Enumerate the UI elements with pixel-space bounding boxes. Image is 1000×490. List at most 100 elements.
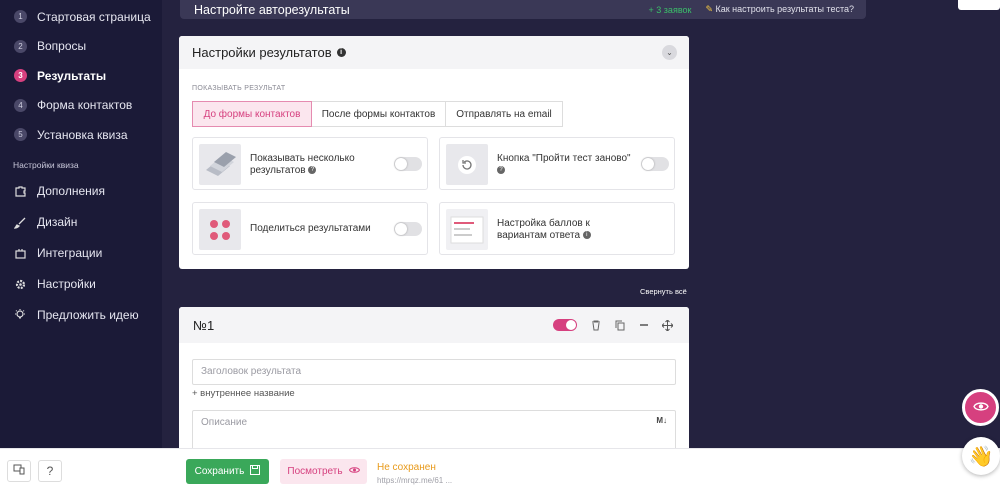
sidebar-step-start[interactable]: 1 Стартовая страница bbox=[0, 2, 162, 32]
copy-icon[interactable] bbox=[614, 319, 625, 331]
card-title: Настройки результатов bbox=[192, 45, 332, 60]
step-number: 2 bbox=[14, 39, 27, 53]
step-number: 5 bbox=[14, 128, 27, 142]
puzzle-icon bbox=[13, 184, 27, 198]
option-label: Настройка баллов к вариантам ответа i bbox=[497, 218, 635, 242]
gear-icon bbox=[13, 277, 27, 291]
help-link[interactable]: ✎ Как настроить результаты теста? bbox=[705, 4, 854, 15]
sidebar-item-design[interactable]: Дизайн bbox=[0, 207, 162, 238]
page-title: Настройте авторезультаты bbox=[194, 2, 350, 17]
sidebar-item-label: Интеграции bbox=[37, 246, 103, 260]
retake-toggle[interactable] bbox=[641, 157, 669, 171]
waving-hand-icon: 👋 bbox=[968, 445, 994, 468]
eye-icon bbox=[972, 399, 989, 417]
info-icon[interactable]: i bbox=[336, 48, 346, 57]
trash-icon[interactable] bbox=[590, 319, 601, 331]
results-settings-card: Настройки результатов i ⌄ ПОКАЗЫВАТЬ РЕЗ… bbox=[179, 36, 689, 269]
retake-thumbnail bbox=[446, 144, 488, 185]
step-number: 4 bbox=[14, 98, 27, 112]
sidebar-step-questions[interactable]: 2 Вопросы bbox=[0, 32, 162, 62]
question-icon[interactable]: ? bbox=[308, 166, 317, 175]
placeholder-text: Описание bbox=[201, 417, 248, 428]
markdown-icon[interactable]: M↓ bbox=[656, 416, 667, 425]
sidebar-section-title: Настройки квиза bbox=[13, 159, 79, 170]
tab-send-email[interactable]: Отправлять на email bbox=[446, 101, 563, 127]
show-result-tabs: До формы контактов После формы контактов… bbox=[192, 101, 563, 127]
option-label: Поделиться результатами bbox=[250, 223, 388, 235]
floppy-icon bbox=[250, 465, 261, 478]
step-number: 1 bbox=[14, 10, 27, 24]
save-status: Не сохранен bbox=[377, 462, 436, 473]
step-label: Вопросы bbox=[37, 39, 87, 54]
result-tools bbox=[553, 319, 673, 331]
share-results-toggle[interactable] bbox=[394, 222, 422, 236]
collapse-button[interactable]: ⌄ bbox=[662, 45, 677, 60]
multiple-results-thumbnail bbox=[199, 144, 241, 185]
sidebar-item-label: Дизайн bbox=[37, 215, 78, 229]
minus-icon[interactable] bbox=[638, 319, 649, 331]
share-thumbnail bbox=[199, 209, 241, 250]
option-label: Показывать несколько результатов ? bbox=[250, 153, 388, 177]
step-label: Установка квиза bbox=[37, 127, 128, 142]
option-text: Кнопка "Пройти тест заново" bbox=[497, 153, 631, 164]
lightbulb-icon bbox=[13, 308, 27, 322]
card-header: Настройки результатов i bbox=[179, 36, 689, 69]
placeholder-text: Заголовок результата bbox=[201, 366, 302, 377]
step-label: Результаты bbox=[37, 68, 107, 83]
sidebar: 1 Стартовая страница 2 Вопросы 3 Результаты… bbox=[0, 0, 162, 448]
sidebar-step-contact-form[interactable]: 4 Форма контактов bbox=[0, 91, 162, 121]
step-label: Форма контактов bbox=[37, 98, 133, 113]
sidebar-item-integrations[interactable]: Интеграции bbox=[0, 238, 162, 269]
help-link-label: Как настроить результаты теста? bbox=[715, 4, 855, 14]
brush-icon bbox=[13, 215, 27, 229]
result-title: №1 bbox=[193, 317, 215, 333]
devices-icon bbox=[13, 464, 25, 478]
add-internal-name-link[interactable]: + внутреннее название bbox=[192, 388, 295, 399]
option-label: Кнопка "Пройти тест заново"? bbox=[497, 153, 635, 177]
pencil-icon: ✎ bbox=[705, 4, 713, 14]
multiple-results-toggle[interactable] bbox=[394, 157, 422, 171]
result-card: №1 Заголовок результата + внутреннее наз… bbox=[179, 307, 689, 448]
tab-after-contacts[interactable]: После формы контактов bbox=[312, 101, 446, 127]
question-icon[interactable]: ? bbox=[497, 166, 505, 175]
option-share-results: Поделиться результатами bbox=[192, 202, 428, 255]
save-button-label: Сохранить bbox=[194, 466, 245, 477]
tab-before-contacts[interactable]: До формы контактов bbox=[192, 101, 312, 127]
floating-chat-button[interactable]: 👋 bbox=[962, 437, 1000, 475]
option-text: Показывать несколько результатов bbox=[250, 153, 355, 176]
collapse-all-link[interactable]: Свернуть всё bbox=[640, 287, 687, 296]
leads-count: + 3 заявок bbox=[648, 4, 692, 15]
option-answer-scores[interactable]: Настройка баллов к вариантам ответа i bbox=[439, 202, 675, 255]
sidebar-step-install[interactable]: 5 Установка квиза bbox=[0, 120, 162, 150]
quiz-url[interactable]: https://mrqz.me/61 ... bbox=[377, 476, 452, 485]
result-title-input[interactable]: Заголовок результата bbox=[192, 359, 676, 385]
sidebar-item-suggest-idea[interactable]: Предложить идею bbox=[0, 300, 162, 331]
result-enabled-toggle[interactable] bbox=[553, 319, 577, 331]
sidebar-step-results[interactable]: 3 Результаты bbox=[0, 61, 162, 91]
preview-button[interactable]: Посмотреть bbox=[280, 459, 367, 484]
show-result-label: ПОКАЗЫВАТЬ РЕЗУЛЬТАТ bbox=[192, 85, 286, 92]
sidebar-item-label: Дополнения bbox=[37, 184, 105, 198]
save-button[interactable]: Сохранить bbox=[186, 459, 269, 484]
sidebar-item-addons[interactable]: Дополнения bbox=[0, 176, 162, 207]
step-label: Стартовая страница bbox=[37, 9, 151, 24]
floating-preview-button[interactable] bbox=[962, 389, 999, 426]
info-icon[interactable]: i bbox=[582, 231, 591, 240]
sidebar-item-settings[interactable]: Настройки bbox=[0, 269, 162, 300]
move-icon[interactable] bbox=[662, 319, 673, 331]
eye-icon bbox=[348, 466, 360, 477]
help-button[interactable]: ? bbox=[38, 460, 62, 482]
option-multiple-results: Показывать несколько результатов ? bbox=[192, 137, 428, 190]
sidebar-item-label: Предложить идею bbox=[37, 308, 139, 322]
footer-bar: ? Сохранить Посмотреть Не сохранен https… bbox=[0, 448, 1000, 490]
step-number: 3 bbox=[14, 69, 27, 83]
result-description-input[interactable]: Описание M↓ bbox=[192, 410, 676, 448]
option-text: Поделиться результатами bbox=[250, 223, 371, 234]
chevron-down-icon: ⌄ bbox=[666, 48, 673, 57]
scores-thumbnail bbox=[446, 209, 488, 250]
option-retake-button: Кнопка "Пройти тест заново"? bbox=[439, 137, 675, 190]
device-preview-button[interactable] bbox=[7, 460, 31, 482]
plug-icon bbox=[13, 246, 27, 260]
sidebar-item-label: Настройки bbox=[37, 277, 96, 291]
page-header: Настройте авторезультаты + 3 заявок ✎ Ка… bbox=[180, 0, 866, 19]
